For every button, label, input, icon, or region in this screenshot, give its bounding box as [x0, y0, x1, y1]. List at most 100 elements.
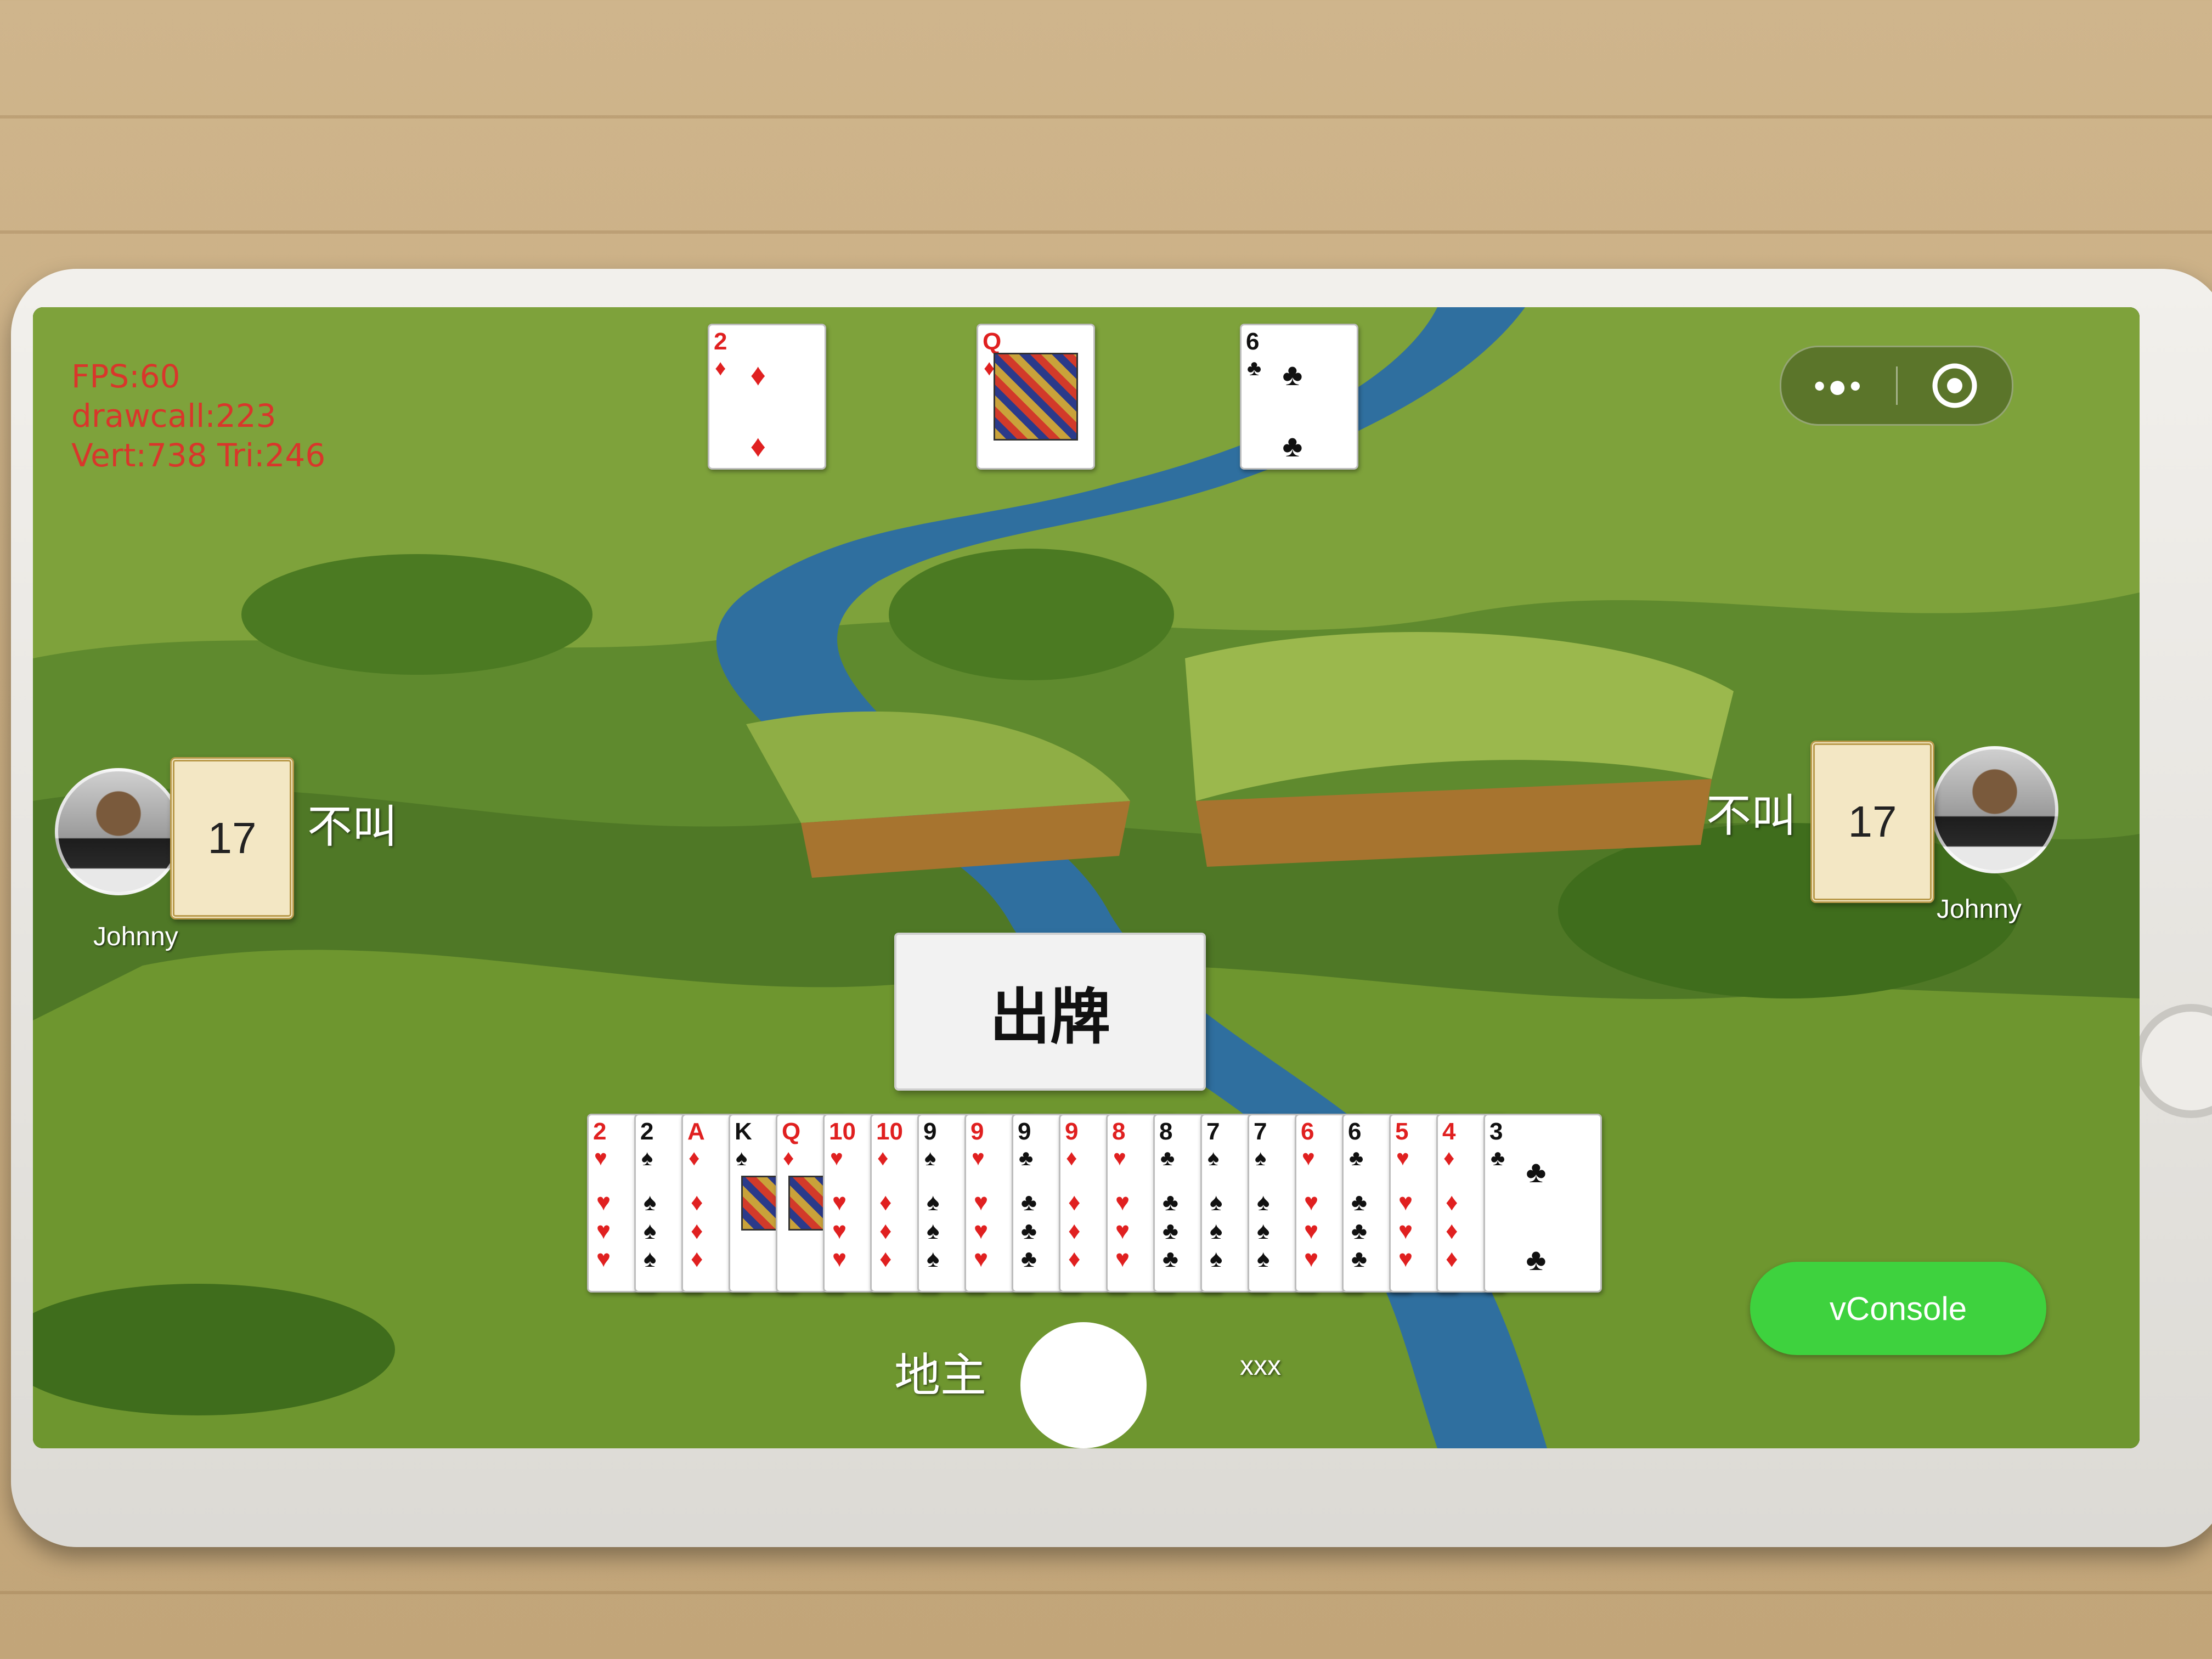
right-card-count-value: 17 [1848, 797, 1897, 846]
right-card-count: 17 [1810, 741, 1934, 903]
card-rank: 6 [1246, 328, 1260, 355]
card-pip: ♠ [644, 1217, 657, 1244]
card-pip: ♦ [691, 1189, 703, 1216]
card-pip: ♥ [832, 1217, 847, 1244]
card-pip: ♥ [596, 1217, 611, 1244]
card-rank: 5 [1395, 1118, 1409, 1145]
card-pip: ♥ [1304, 1217, 1319, 1244]
debug-stats: FPS:60 drawcall:223 Vert:738 Tri:246 [71, 357, 325, 475]
card-suit: ♣ [1349, 1146, 1364, 1170]
right-player-avatar[interactable] [1931, 746, 2058, 873]
card-rank: 9 [970, 1118, 984, 1145]
card-pip: ♠ [644, 1189, 657, 1216]
card-suit: ♠ [1207, 1146, 1220, 1170]
card-pip: ♣ [1351, 1217, 1367, 1244]
game-screen: FPS:60 drawcall:223 Vert:738 Tri:246 •●•… [33, 307, 2140, 1448]
card-pip: ♥ [832, 1189, 847, 1216]
card-pip: ♣ [1351, 1189, 1367, 1216]
played-card[interactable]: 2 ♦ ♦ ♦ [708, 324, 826, 470]
card-pip: ♠ [1210, 1217, 1223, 1244]
card-pip: ♣ [1021, 1245, 1037, 1272]
card-suit: ♣ [1019, 1146, 1034, 1170]
card-suit: ♦ [1066, 1146, 1077, 1170]
card-rank: 9 [1018, 1118, 1031, 1145]
card-pip: ♠ [1257, 1189, 1270, 1216]
vert-tri-text: Vert:738 Tri:246 [71, 437, 326, 474]
vconsole-label: vConsole [1829, 1290, 1967, 1327]
miniprogram-capsule: •●• [1780, 346, 2013, 426]
card-pip: ♥ [1398, 1189, 1413, 1216]
card-pip: ♦ [750, 428, 766, 464]
card-suit: ♦ [783, 1146, 794, 1170]
card-rank: 7 [1254, 1118, 1267, 1145]
card-pip: ♣ [1163, 1217, 1178, 1244]
card-pip: ♦ [1446, 1189, 1458, 1216]
hand-card[interactable]: 3 ♣ ♣ ♣ [1483, 1114, 1602, 1293]
played-card[interactable]: 6 ♣ ♣ ♣ [1240, 324, 1358, 470]
player-hand: 2 ♥ ♥ ♥ ♥ 2 ♠ ♠ ♠ ♠ A ♦ ♦ ♦ ♦ K ♠ Q ♦ 10 ♥ ♥ ♥ ♥ 10 ♦ ♦ ♦ ♦ 9 ♠ ♠ ♠ ♠ 9 ♥ ♥ ♥… [587, 1114, 1602, 1295]
drawcall-text: drawcall:223 [71, 397, 276, 435]
card-rank: 10 [829, 1118, 856, 1145]
card-suit: ♠ [736, 1146, 748, 1170]
right-player-status: 不叫 [1706, 791, 1797, 841]
card-pip: ♥ [1398, 1245, 1413, 1272]
card-pip: ♣ [1282, 428, 1303, 464]
card-pip: ♥ [596, 1189, 611, 1216]
card-pip: ♥ [1304, 1245, 1319, 1272]
my-avatar[interactable] [1020, 1322, 1147, 1448]
left-player-name: Johnny [93, 922, 178, 951]
card-pip: ♥ [832, 1245, 847, 1272]
card-suit: ♦ [1443, 1146, 1455, 1170]
card-suit: ♠ [641, 1146, 653, 1170]
card-pip: ♣ [1021, 1189, 1037, 1216]
card-suit: ♠ [1255, 1146, 1267, 1170]
home-button[interactable] [2134, 1004, 2212, 1118]
card-pip: ♥ [1398, 1217, 1413, 1244]
card-suit: ♥ [972, 1146, 985, 1170]
card-pip: ♦ [1068, 1217, 1081, 1244]
card-suit: ♥ [1113, 1146, 1126, 1170]
card-suit: ♦ [689, 1146, 700, 1170]
card-suit: ♥ [1396, 1146, 1409, 1170]
card-pip: ♣ [1163, 1189, 1178, 1216]
card-pip: ♣ [1351, 1245, 1367, 1272]
card-suit: ♥ [594, 1146, 607, 1170]
card-pip: ♦ [1446, 1217, 1458, 1244]
card-suit: ♥ [1302, 1146, 1315, 1170]
card-pip: ♣ [1282, 357, 1303, 392]
card-pip: ♥ [596, 1245, 611, 1272]
left-player-avatar[interactable] [55, 768, 182, 895]
card-rank: 6 [1348, 1118, 1362, 1145]
card-pip: ♥ [974, 1189, 989, 1216]
target-close-icon[interactable] [1898, 361, 2012, 410]
card-rank: Q [782, 1118, 801, 1145]
right-player-name: Johnny [1937, 895, 2022, 924]
card-pip: ♦ [879, 1217, 892, 1244]
play-cards-label: 出牌 [990, 984, 1110, 1051]
card-rank: Q [983, 328, 1002, 355]
card-suit: ♣ [1247, 356, 1262, 380]
card-suit: ♣ [1160, 1146, 1175, 1170]
played-card[interactable]: Q ♦ [977, 324, 1095, 470]
card-pip: ♥ [1304, 1189, 1319, 1216]
card-rank: A [687, 1118, 705, 1145]
card-pip: ♠ [1210, 1245, 1223, 1272]
role-label: 地主 [894, 1350, 987, 1401]
face-card-art [994, 353, 1078, 441]
left-player-status: 不叫 [307, 802, 398, 852]
card-rank: 8 [1159, 1118, 1173, 1145]
card-rank: 4 [1442, 1118, 1456, 1145]
card-rank: 9 [1065, 1118, 1079, 1145]
vconsole-button[interactable]: vConsole [1750, 1262, 2046, 1355]
card-rank: 2 [640, 1118, 654, 1145]
card-rank: 8 [1112, 1118, 1126, 1145]
card-rank: 2 [593, 1118, 607, 1145]
card-suit: ♦ [877, 1146, 889, 1170]
card-pip: ♠ [927, 1189, 940, 1216]
more-dots-icon[interactable]: •●• [1781, 367, 1896, 405]
card-suit: ♠ [924, 1146, 936, 1170]
card-pip: ♣ [1526, 1242, 1547, 1277]
card-rank: 9 [923, 1118, 937, 1145]
play-cards-button[interactable]: 出牌 [894, 933, 1206, 1091]
card-pip: ♦ [750, 357, 766, 392]
